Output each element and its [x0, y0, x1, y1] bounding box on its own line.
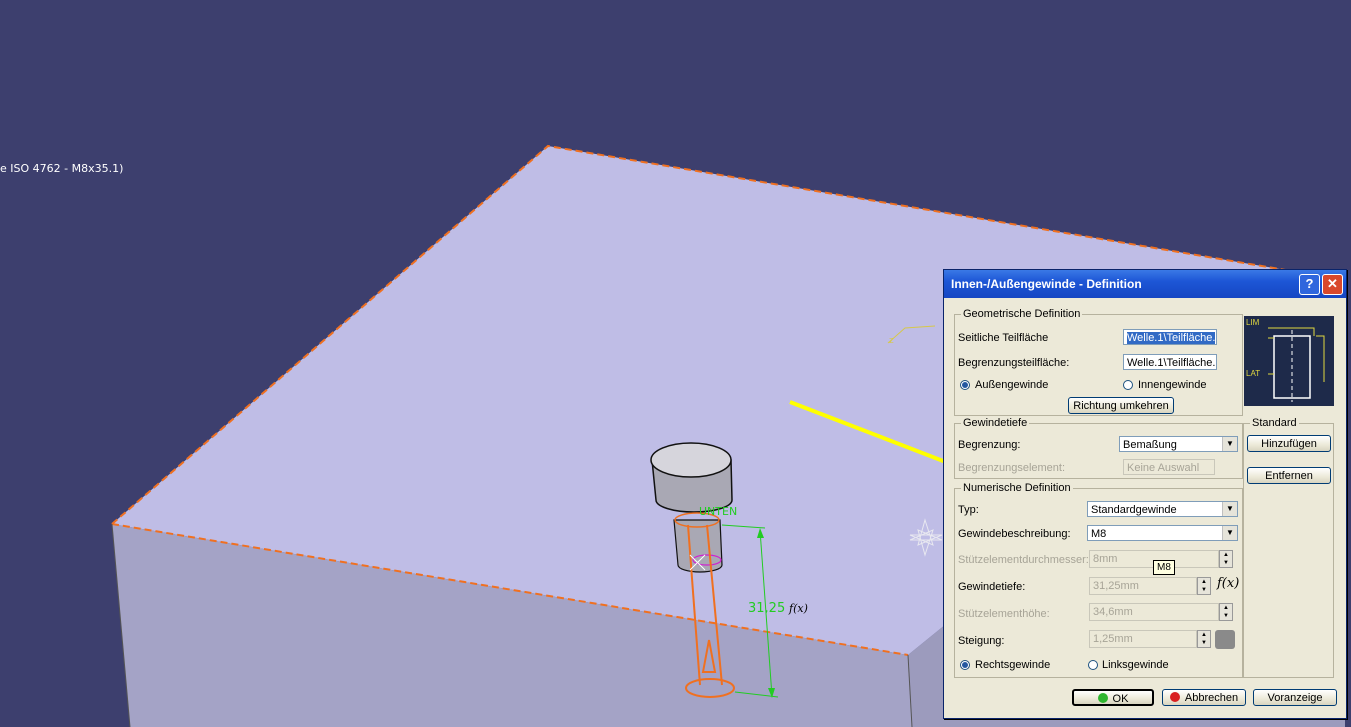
thread-description-value: M8 — [1091, 528, 1107, 540]
type-combo[interactable]: Standardgewinde ▼ — [1087, 501, 1238, 517]
limit-face-field[interactable]: Welle.1\Teilfläche. — [1123, 354, 1217, 370]
left-hand-thread-label: Linksgewinde — [1102, 659, 1169, 671]
preview-button[interactable]: Voranzeige — [1253, 689, 1337, 706]
dimension-formula-icon: f(x) — [789, 602, 808, 615]
preview-lat-label: LAT — [1246, 369, 1261, 378]
pitch-label: Steigung: — [958, 635, 1005, 647]
svg-text:z: z — [889, 336, 894, 346]
dialog-title: Innen-/Außengewinde - Definition — [951, 277, 1142, 291]
type-label: Typ: — [958, 504, 979, 516]
formula-icon[interactable]: f(x) — [1217, 576, 1239, 591]
ok-button[interactable]: OK — [1072, 689, 1154, 706]
thread-depth-field[interactable]: 31,25mm — [1089, 577, 1197, 595]
right-hand-thread-label: Rechtsgewinde — [975, 659, 1051, 671]
support-height-spinner[interactable]: ▲ ▼ — [1219, 603, 1233, 621]
cancel-icon — [1169, 692, 1180, 702]
chevron-down-icon[interactable]: ▼ — [1222, 437, 1237, 451]
inner-thread-label: Innengewinde — [1138, 379, 1207, 391]
numeric-definition-legend: Numerische Definition — [963, 482, 1071, 494]
thread-definition-dialog: Innen-/Außengewinde - Definition ? ✕ Geo… — [943, 269, 1347, 719]
add-standard-button[interactable]: Hinzufügen — [1247, 435, 1331, 452]
description-tooltip: M8 — [1153, 560, 1175, 575]
pitch-spinner[interactable]: ▲ ▼ — [1197, 630, 1211, 648]
outer-thread-label: Außengewinde — [975, 379, 1049, 391]
right-hand-thread-radio[interactable] — [960, 660, 970, 670]
ok-icon — [1097, 693, 1108, 703]
support-diameter-label: Stützelementdurchmesser: — [958, 554, 1089, 566]
close-button[interactable]: ✕ — [1322, 274, 1343, 295]
remove-standard-button[interactable]: Entfernen — [1247, 467, 1331, 484]
standard-group: Standard — [1243, 417, 1334, 678]
thread-depth-spinner[interactable]: ▲ ▼ — [1197, 577, 1211, 595]
cancel-button-label: Abbrechen — [1184, 692, 1239, 704]
geometric-definition-legend: Geometrische Definition — [963, 308, 1081, 320]
dimension-value[interactable]: 31,25 — [748, 601, 785, 616]
thread-description-label: Gewindebeschreibung: — [958, 528, 1071, 540]
law-table-icon[interactable] — [1215, 630, 1235, 649]
limit-type-combo[interactable]: Bemaßung ▼ — [1119, 436, 1238, 452]
ok-button-label: OK — [1112, 693, 1129, 705]
lateral-face-value: Welle.1\Teilfläche. — [1127, 332, 1216, 344]
standard-legend: Standard — [1252, 417, 1297, 429]
lateral-face-label: Seitliche Teilfläche — [958, 332, 1049, 344]
lateral-face-field[interactable]: Welle.1\Teilfläche. — [1123, 329, 1217, 345]
left-hand-thread-radio[interactable] — [1088, 660, 1098, 670]
limit-type-value: Bemaßung — [1123, 439, 1177, 451]
chevron-down-icon[interactable]: ▼ — [1222, 502, 1237, 516]
limit-type-label: Begrenzung: — [958, 439, 1021, 451]
reverse-direction-button[interactable]: Richtung umkehren — [1068, 397, 1174, 414]
unten-label: UNTEN — [699, 505, 738, 518]
support-diameter-spinner[interactable]: ▲ ▼ — [1219, 550, 1233, 568]
thread-description-combo[interactable]: M8 ▼ — [1087, 525, 1238, 541]
cancel-button[interactable]: Abbrechen — [1162, 689, 1246, 706]
outer-thread-radio[interactable] — [960, 380, 970, 390]
chevron-down-icon[interactable]: ▼ — [1222, 526, 1237, 540]
thread-depth-legend: Gewindetiefe — [963, 417, 1028, 429]
thread-depth-label: Gewindetiefe: — [958, 581, 1026, 593]
dialog-titlebar[interactable]: Innen-/Außengewinde - Definition ? ✕ — [944, 270, 1346, 298]
support-height-label: Stützelementhöhe: — [958, 608, 1050, 620]
support-height-field[interactable]: 34,6mm — [1089, 603, 1219, 621]
limit-element-label: Begrenzungselement: — [958, 462, 1066, 474]
tree-overlay-text: e ISO 4762 - M8x35.1) — [0, 162, 124, 175]
help-button[interactable]: ? — [1299, 274, 1320, 295]
type-value: Standardgewinde — [1091, 504, 1177, 516]
preview-lim-label: LIM — [1246, 318, 1260, 327]
pitch-field[interactable]: 1,25mm — [1089, 630, 1197, 648]
limit-element-field[interactable]: Keine Auswahl — [1123, 459, 1215, 475]
thread-preview-image: LIM LAT — [1244, 316, 1334, 406]
limit-face-label: Begrenzungsteilfläche: — [958, 357, 1070, 369]
inner-thread-radio[interactable] — [1123, 380, 1133, 390]
